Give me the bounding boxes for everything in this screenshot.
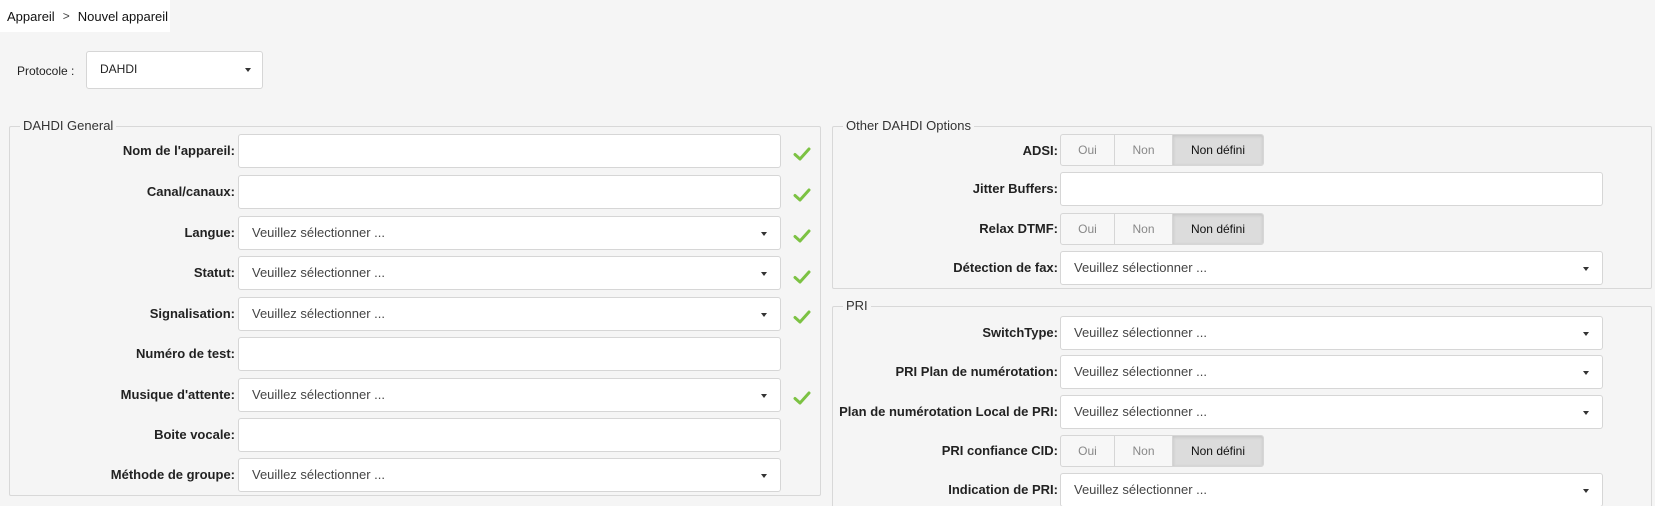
signalling-select[interactable]: Veuillez sélectionner ...: [238, 297, 781, 331]
dahdi-general-section: DAHDI General Nom de l'appareil: Canal/c…: [9, 118, 821, 496]
pri-local-dialplan-label: Plan de numérotation Local de PRI:: [839, 404, 1058, 419]
status-select-value: Veuillez sélectionner ...: [252, 265, 385, 280]
channels-label: Canal/canaux:: [146, 184, 235, 199]
check-icon: [793, 308, 811, 326]
breadcrumb: Appareil > Nouvel appareil: [0, 0, 170, 32]
group-method-select-value: Veuillez sélectionner ...: [252, 467, 385, 482]
pri-section: PRI SwitchType: Veuillez sélectionner ..…: [832, 298, 1652, 506]
pri-trust-cid-label: PRI confiance CID:: [941, 443, 1058, 458]
voicemail-label: Boite vocale:: [154, 427, 235, 442]
adsi-non-defini-option[interactable]: Non défini: [1173, 135, 1263, 165]
switchtype-label: SwitchType:: [982, 325, 1058, 340]
voicemail-input[interactable]: [238, 418, 781, 452]
breadcrumb-current: Nouvel appareil: [77, 8, 169, 24]
fax-detection-select[interactable]: Veuillez sélectionner ...: [1060, 251, 1603, 285]
check-icon: [793, 145, 811, 163]
device-name-input[interactable]: [238, 134, 781, 168]
other-dahdi-options-section: Other DAHDI Options ADSI: Oui Non Non dé…: [832, 118, 1652, 289]
dahdi-general-legend: DAHDI General: [20, 118, 117, 134]
caret-down-icon: [245, 68, 251, 72]
other-options-legend: Other DAHDI Options: [843, 118, 974, 134]
caret-down-icon: [1583, 489, 1589, 493]
test-number-label: Numéro de test:: [136, 346, 235, 361]
adsi-toggle: Oui Non Non défini: [1060, 134, 1264, 166]
pri-indication-select-value: Veuillez sélectionner ...: [1074, 482, 1207, 497]
language-select-value: Veuillez sélectionner ...: [252, 225, 385, 240]
adsi-label: ADSI:: [1022, 143, 1058, 158]
test-number-input[interactable]: [238, 337, 781, 371]
pri-indication-select[interactable]: Veuillez sélectionner ...: [1060, 473, 1603, 506]
language-label: Langue:: [184, 225, 235, 240]
fax-detection-label: Détection de fax:: [953, 260, 1058, 275]
signalling-select-value: Veuillez sélectionner ...: [252, 306, 385, 321]
adsi-oui-option[interactable]: Oui: [1061, 135, 1115, 165]
check-icon: [793, 389, 811, 407]
adsi-non-option[interactable]: Non: [1115, 135, 1173, 165]
fax-detection-select-value: Veuillez sélectionner ...: [1074, 260, 1207, 275]
pri-dialplan-label: PRI Plan de numérotation:: [895, 364, 1058, 379]
group-method-label: Méthode de groupe:: [110, 467, 235, 482]
check-icon: [793, 227, 811, 245]
caret-down-icon: [761, 232, 767, 236]
switchtype-select[interactable]: Veuillez sélectionner ...: [1060, 316, 1603, 350]
caret-down-icon: [1583, 267, 1589, 271]
caret-down-icon: [761, 313, 767, 317]
caret-down-icon: [761, 272, 767, 276]
caret-down-icon: [761, 474, 767, 478]
moh-select[interactable]: Veuillez sélectionner ...: [238, 378, 781, 412]
signalling-label: Signalisation:: [149, 306, 235, 321]
language-select[interactable]: Veuillez sélectionner ...: [238, 216, 781, 250]
relax-dtmf-oui-option[interactable]: Oui: [1061, 214, 1115, 244]
pri-dialplan-select[interactable]: Veuillez sélectionner ...: [1060, 355, 1603, 389]
jitter-buffers-label: Jitter Buffers:: [972, 181, 1058, 196]
pri-legend: PRI: [843, 298, 871, 314]
channels-input[interactable]: [238, 175, 781, 209]
pri-trust-cid-non-option[interactable]: Non: [1115, 436, 1173, 466]
status-select[interactable]: Veuillez sélectionner ...: [238, 256, 781, 290]
relax-dtmf-non-defini-option[interactable]: Non défini: [1173, 214, 1263, 244]
pri-local-dialplan-select[interactable]: Veuillez sélectionner ...: [1060, 395, 1603, 429]
protocol-select-value: DAHDI: [100, 62, 138, 76]
caret-down-icon: [1583, 371, 1589, 375]
pri-trust-cid-oui-option[interactable]: Oui: [1061, 436, 1115, 466]
pri-local-dialplan-select-value: Veuillez sélectionner ...: [1074, 404, 1207, 419]
check-icon: [793, 186, 811, 204]
switchtype-select-value: Veuillez sélectionner ...: [1074, 325, 1207, 340]
pri-trust-cid-toggle: Oui Non Non défini: [1060, 435, 1264, 467]
pri-indication-label: Indication de PRI:: [948, 482, 1058, 497]
pri-dialplan-select-value: Veuillez sélectionner ...: [1074, 364, 1207, 379]
relax-dtmf-label: Relax DTMF:: [979, 221, 1058, 236]
breadcrumb-parent-link[interactable]: Appareil: [7, 9, 55, 24]
relax-dtmf-non-option[interactable]: Non: [1115, 214, 1173, 244]
caret-down-icon: [1583, 411, 1589, 415]
device-name-label: Nom de l'appareil:: [122, 143, 235, 158]
breadcrumb-separator: >: [62, 9, 70, 23]
jitter-buffers-input[interactable]: [1060, 172, 1603, 206]
status-label: Statut:: [193, 265, 235, 280]
moh-label: Musique d'attente:: [120, 387, 235, 402]
check-icon: [793, 268, 811, 286]
group-method-select[interactable]: Veuillez sélectionner ...: [238, 458, 781, 492]
relax-dtmf-toggle: Oui Non Non défini: [1060, 213, 1264, 245]
moh-select-value: Veuillez sélectionner ...: [252, 387, 385, 402]
caret-down-icon: [1583, 332, 1589, 336]
protocol-label: Protocole :: [17, 64, 75, 78]
pri-trust-cid-non-defini-option[interactable]: Non défini: [1173, 436, 1263, 466]
caret-down-icon: [761, 394, 767, 398]
protocol-select[interactable]: DAHDI: [86, 51, 263, 89]
